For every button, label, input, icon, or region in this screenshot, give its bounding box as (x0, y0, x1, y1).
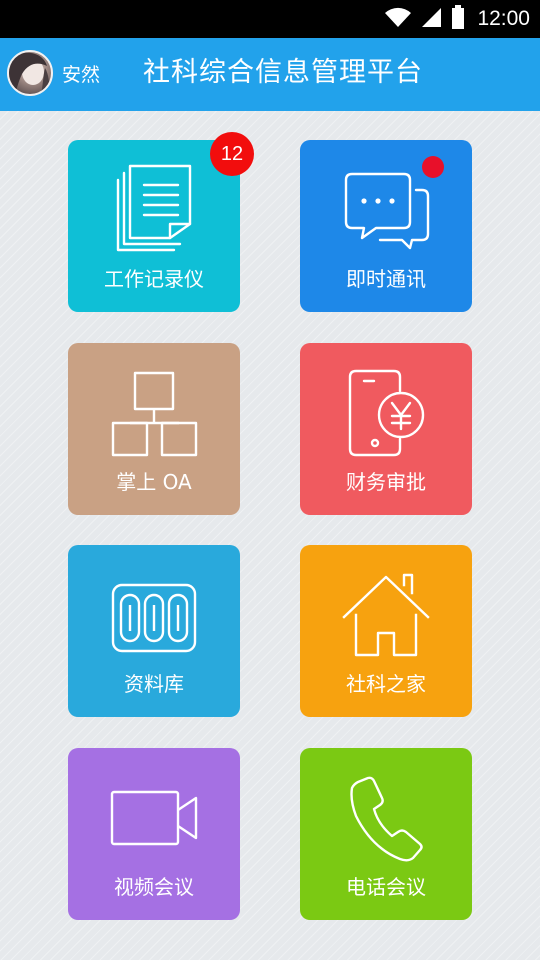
page-title: 社科综合信息管理平台 (143, 57, 423, 88)
app-header: 安然 社科综合信息管理平台 (0, 38, 540, 111)
tile-instant-messaging[interactable]: 即时通讯 (300, 140, 472, 312)
house-icon (300, 545, 472, 675)
status-icons: 12:00 (383, 0, 530, 38)
tile-work-recorder[interactable]: 工作记录仪 12 (68, 132, 254, 312)
tile-mobile-oa[interactable]: 掌上 OA (68, 343, 240, 515)
battery-icon (451, 4, 465, 34)
tile-label: 掌上 OA (116, 470, 192, 494)
video-camera-icon (68, 748, 240, 878)
avatar[interactable] (7, 50, 53, 96)
tile-finance-approval[interactable]: 财务审批 (300, 343, 472, 515)
user-name[interactable]: 安然 (62, 63, 100, 87)
notification-badge: 12 (210, 132, 254, 176)
org-chart-icon (68, 343, 240, 473)
tile-label: 社科之家 (346, 672, 426, 696)
wifi-icon (383, 5, 413, 33)
tile-label: 工作记录仪 (104, 267, 204, 291)
tile-phone-conference[interactable]: 电话会议 (300, 748, 472, 920)
chat-bubbles-icon (300, 140, 472, 270)
tile-label: 财务审批 (346, 470, 426, 494)
signal-icon (421, 5, 443, 33)
storage-icon (68, 545, 240, 675)
tile-database[interactable]: 资料库 (68, 545, 240, 717)
phone-handset-icon (300, 748, 472, 878)
tile-label: 电话会议 (346, 875, 426, 899)
status-time: 12:00 (477, 7, 530, 30)
tile-label: 资料库 (124, 672, 184, 696)
tile-video-conference[interactable]: 视频会议 (68, 748, 240, 920)
tile-label: 视频会议 (114, 875, 194, 899)
tile-home[interactable]: 社科之家 (300, 545, 472, 717)
tile-label: 即时通讯 (346, 267, 426, 291)
phone-yen-icon (300, 343, 472, 473)
notification-dot (422, 156, 444, 178)
status-bar: 12:00 (0, 0, 540, 38)
